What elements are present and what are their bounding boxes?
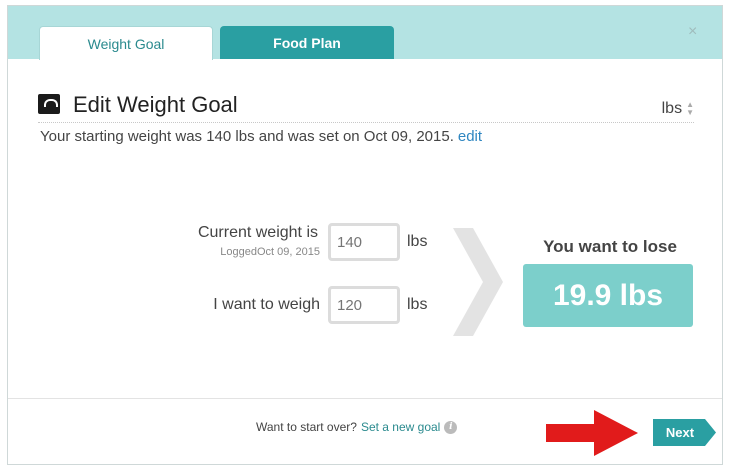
tab-food-plan[interactable]: Food Plan xyxy=(220,26,394,59)
next-label: Next xyxy=(665,425,695,440)
footer-divider xyxy=(8,398,722,399)
page-title: Edit Weight Goal xyxy=(73,92,238,117)
tab-weight-goal[interactable]: Weight Goal xyxy=(39,26,213,60)
start-over-prompt: Want to start over? xyxy=(256,420,357,434)
scale-icon xyxy=(38,94,60,114)
start-over: Want to start over? Set a new goal i xyxy=(256,420,458,434)
current-weight-label: Current weight is xyxy=(197,224,318,241)
target-weight-unit: lbs xyxy=(407,296,428,313)
edit-link[interactable]: edit xyxy=(458,128,482,145)
info-icon[interactable]: i xyxy=(444,420,458,434)
close-icon[interactable]: × xyxy=(688,23,697,41)
starting-weight-sentence: Your starting weight was 140 lbs and was… xyxy=(40,128,454,145)
logged-date: LoggedOct 09, 2015 xyxy=(220,246,320,258)
next-button[interactable]: Next xyxy=(653,419,716,446)
unit-select[interactable]: lbs ▲ ▼ xyxy=(662,100,694,118)
target-weight-input[interactable] xyxy=(328,286,400,324)
modal-header: Weight Goal Food Plan × xyxy=(8,6,722,60)
current-weight-input[interactable] xyxy=(328,223,400,261)
red-arrow-icon xyxy=(546,410,638,456)
weight-goal-modal: Weight Goal Food Plan × Edit Weight Goal… xyxy=(7,5,723,465)
chevron-right-icon xyxy=(453,228,503,336)
target-weight-label: I want to weigh xyxy=(213,296,320,313)
starting-weight-text: Your starting weight was 140 lbs and was… xyxy=(40,128,482,145)
updown-arrows-icon: ▲ ▼ xyxy=(686,100,694,117)
current-weight-unit: lbs xyxy=(407,233,428,250)
unit-select-value: lbs xyxy=(661,100,683,117)
lose-label: You want to lose xyxy=(543,237,677,256)
lose-amount: 19.9 lbs xyxy=(523,264,693,327)
set-new-goal-link[interactable]: Set a new goal xyxy=(361,420,440,434)
edit-title-row: Edit Weight Goal lbs ▲ ▼ xyxy=(38,90,694,123)
